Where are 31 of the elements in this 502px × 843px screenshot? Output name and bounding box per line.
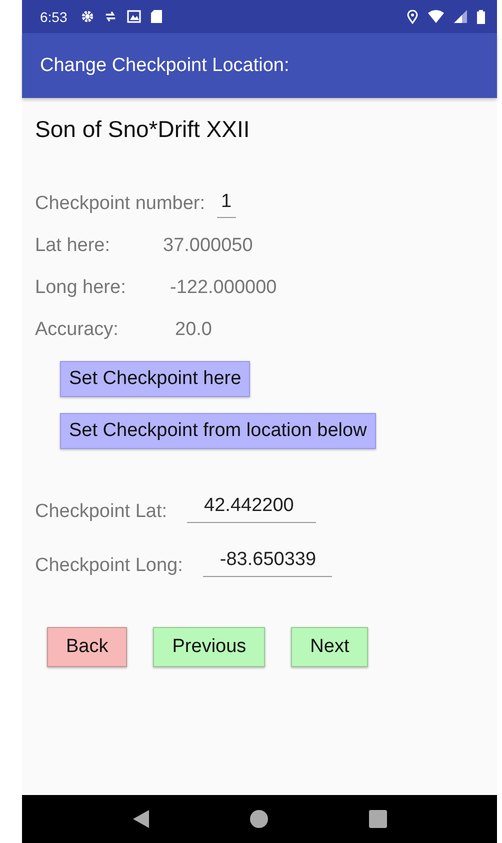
arrows-icon: [104, 10, 118, 23]
coordinate-field[interactable]: -83.650339: [202, 549, 332, 577]
set-checkpoint-button[interactable]: Set Checkpoint from location below: [60, 413, 376, 449]
recents-icon[interactable]: [368, 810, 386, 828]
checkpoint-number-field[interactable]: 1: [217, 190, 236, 218]
home-icon[interactable]: [250, 810, 268, 828]
status-time: 6:53: [40, 8, 68, 24]
sd-card-icon: [151, 10, 162, 23]
app-title: Change Checkpoint Location:: [40, 54, 290, 76]
field-label: Checkpoint Long:: [35, 555, 183, 577]
reading-value: -122.000000: [170, 277, 277, 299]
field-label: Checkpoint Lat:: [35, 501, 168, 523]
set-checkpoint-button[interactable]: Set Checkpoint here: [60, 361, 250, 397]
nav-button[interactable]: Previous: [153, 627, 266, 667]
wifi-icon: [428, 10, 444, 23]
reading-value: 37.000050: [163, 235, 253, 257]
battery-icon: [477, 10, 485, 24]
event-name: Son of Sno*Drift XXII: [35, 116, 250, 143]
reading-value: 20.0: [175, 319, 212, 341]
field-label: Accuracy:: [35, 319, 120, 341]
field-label: Checkpoint number:: [35, 193, 206, 215]
nav-button[interactable]: Next: [291, 627, 368, 667]
nav-button[interactable]: Back: [47, 627, 128, 667]
image-icon: [127, 10, 142, 23]
back-icon[interactable]: [132, 810, 148, 828]
signal-icon: [454, 10, 467, 23]
field-label: Lat here:: [35, 235, 111, 257]
field-label: Long here:: [35, 277, 127, 299]
gear-icon: [81, 10, 94, 23]
location-icon: [407, 10, 418, 24]
coordinate-field[interactable]: 42.442200: [187, 495, 316, 523]
